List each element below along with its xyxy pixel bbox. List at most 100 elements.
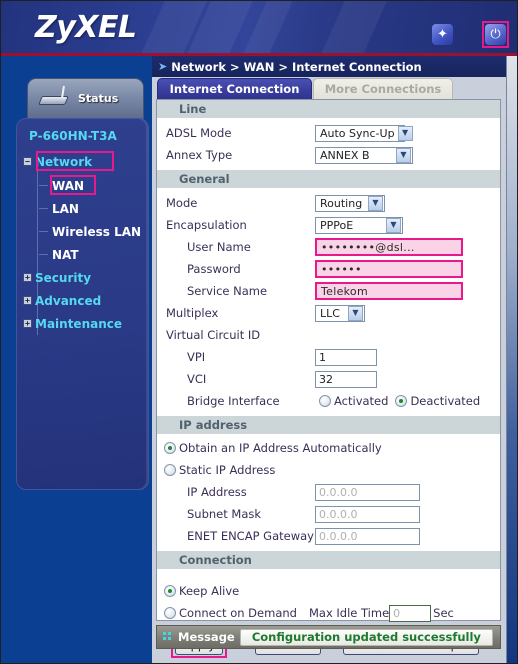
tab-bar: Internet Connection More Connections [152,77,512,99]
expand-icon[interactable]: + [23,296,32,305]
subnet-mask-label: Subnet Mask [187,507,262,521]
row-multiplex: Multiplex LLC ▼ [157,302,500,324]
subnet-mask-input[interactable]: 0.0.0.0 [315,505,420,523]
vci-input[interactable]: 32 [315,370,377,388]
row-vci: VCI 32 [157,368,500,390]
annex-type-select[interactable]: ANNEX B ▼ [315,146,413,164]
row-ip-address: IP Address 0.0.0.0 [157,481,500,503]
sidebar-item-nat[interactable]: NAT [39,246,79,263]
bridge-activated-radio[interactable]: Activated [319,394,388,408]
row-obtain-auto: Obtain an IP Address Automatically [157,437,500,459]
collapse-icon[interactable]: − [23,157,32,166]
message-value: Configuration updated successfully [251,630,481,644]
content-area: ➤ Network > WAN > Internet Connection In… [152,56,512,663]
service-name-input[interactable]: Telekom [315,282,463,300]
radio-circle-icon [164,442,176,454]
vpi-input[interactable]: 1 [315,348,377,366]
encapsulation-select[interactable]: PPPoE ▼ [315,216,403,234]
keep-alive-radio[interactable]: Keep Alive [164,584,239,598]
message-value-box: Configuration updated successfully [239,628,493,646]
sec-label: Sec [433,606,454,620]
multiplex-label: Multiplex [166,306,219,320]
status-tab-button[interactable]: Status [27,78,144,120]
mode-value: Routing [320,196,363,210]
row-bridge-interface: Bridge Interface Activated Deactivated [157,390,500,412]
chevron-down-icon: ▼ [396,147,411,163]
connect-on-demand-label: Connect on Demand [179,606,297,620]
encapsulation-label: Encapsulation [166,218,247,232]
radio-circle-icon [164,464,176,476]
sidebar-item-lan[interactable]: LAN [39,200,79,217]
row-encapsulation: Encapsulation PPPoE ▼ [157,214,500,236]
bridge-deactivated-label: Deactivated [410,394,481,408]
tree-tick [39,208,48,209]
sidebar-item-advanced[interactable]: + Advanced [23,292,101,309]
adsl-mode-select[interactable]: Auto Sync-Up ▼ [315,124,413,142]
row-service-name: Service Name Telekom [157,280,500,302]
keep-alive-label: Keep Alive [179,584,240,598]
chevron-down-icon: ▼ [386,217,401,233]
row-connect-on-demand: Connect on Demand Max Idle Time 0 Sec [157,602,500,624]
max-idle-time-label: Max Idle Time [308,606,390,620]
row-adsl-mode: ADSL Mode Auto Sync-Up ▼ [157,122,500,144]
sidebar-item-label: Maintenance [35,316,123,331]
multiplex-select[interactable]: LLC ▼ [315,304,365,322]
row-user-name: User Name ••••••••@dsl... [157,236,500,258]
breadcrumb-bar: ➤ Network > WAN > Internet Connection [152,56,512,77]
wizard-glyph: ✦ [437,27,448,42]
enet-encap-gateway-input[interactable]: 0.0.0.0 [315,527,420,545]
status-label: Status [78,92,119,105]
virtual-circuit-id-label: Virtual Circuit ID [166,328,261,342]
message-dots-icon [163,632,172,642]
sidebar: Status P-660HN-T3A − Network WAN LAN Wir… [1,56,152,663]
message-label: Message [178,630,235,644]
expand-icon[interactable]: + [23,319,32,328]
wizard-icon[interactable]: ✦ [432,24,453,45]
logout-highlight-box [482,21,509,48]
navigation-panel: P-660HN-T3A − Network WAN LAN Wireless L… [16,118,149,490]
sidebar-item-label: Security [35,270,92,285]
expand-icon[interactable]: + [23,273,32,282]
encapsulation-value: PPPoE [320,218,354,232]
sidebar-item-network[interactable]: − Network [23,153,92,170]
row-annex-type: Annex Type ANNEX B ▼ [157,144,500,166]
row-enet-encap-gateway: ENET ENCAP Gateway 0.0.0.0 [157,525,500,547]
row-password: Password •••••• [157,258,500,280]
mode-select[interactable]: Routing ▼ [315,194,385,212]
radio-circle-icon [395,395,408,407]
tab-internet-connection[interactable]: Internet Connection [157,78,312,99]
tree-tick [39,231,48,232]
chevron-down-icon: ▼ [348,305,363,321]
tab-more-connections[interactable]: More Connections [313,78,453,99]
bridge-deactivated-radio[interactable]: Deactivated [395,394,480,408]
sidebar-item-label: Wireless LAN [52,224,142,239]
password-input[interactable]: •••••• [315,260,463,278]
sidebar-item-wan[interactable]: WAN [39,177,84,194]
obtain-ip-automatically-radio[interactable]: Obtain an IP Address Automatically [164,441,382,455]
zyxel-logo: ZyXEL [35,10,137,45]
sidebar-item-security[interactable]: + Security [23,269,91,286]
annex-type-value: ANNEX B [320,148,370,162]
tree-tick [39,254,48,255]
sidebar-item-label: Network [35,154,93,169]
max-idle-time-input[interactable]: 0 [389,604,432,622]
header-stripe [310,1,394,53]
radio-circle-icon [319,395,331,407]
static-ip-address-radio[interactable]: Static IP Address [164,463,275,477]
device-model-label: P-660HN-T3A [29,129,117,143]
sidebar-item-wireless-lan[interactable]: Wireless LAN [39,223,141,240]
ip-address-input[interactable]: 0.0.0.0 [315,483,420,501]
adsl-mode-label: ADSL Mode [166,126,232,140]
connect-on-demand-radio[interactable]: Connect on Demand [164,606,297,620]
radio-circle-icon [164,585,176,597]
row-mode: Mode Routing ▼ [157,192,500,214]
sidebar-item-maintenance[interactable]: + Maintenance [23,315,122,332]
service-name-label: Service Name [187,284,268,298]
static-ip-address-label: Static IP Address [179,463,276,477]
bridge-activated-label: Activated [334,394,389,408]
row-subnet-mask: Subnet Mask 0.0.0.0 [157,503,500,525]
sidebar-item-label: WAN [52,178,85,193]
message-bar: Message Configuration updated successful… [156,625,501,649]
section-header-line: Line [157,100,500,118]
user-name-input[interactable]: ••••••••@dsl... [315,238,463,256]
